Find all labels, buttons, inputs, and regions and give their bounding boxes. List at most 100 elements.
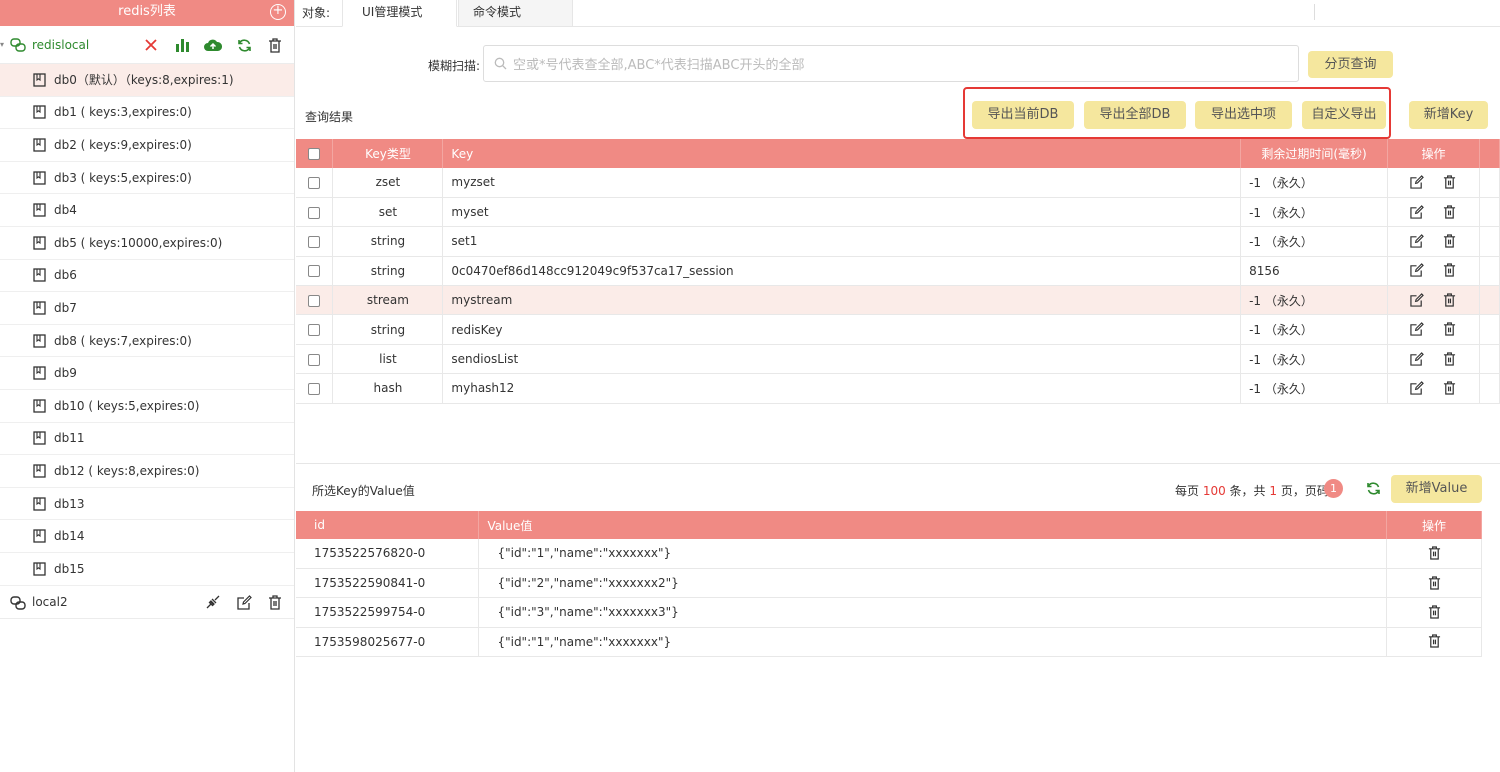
select-all-checkbox[interactable] <box>296 139 334 168</box>
custom-export-button[interactable]: 自定义导出 <box>1302 101 1386 129</box>
edit-icon[interactable] <box>1408 379 1426 397</box>
cloud-upload-icon[interactable] <box>204 36 222 54</box>
key-name-cell[interactable]: sendiosList <box>442 344 1242 375</box>
table-row[interactable]: zset myzset -1 （永久） <box>296 168 1500 198</box>
column-header-ttl[interactable]: 剩余过期时间(毫秒) <box>1240 139 1388 168</box>
connection-label: redislocal <box>32 37 90 52</box>
sidebar-item-db7[interactable]: db7 <box>0 292 294 325</box>
edit-icon[interactable] <box>1408 320 1426 338</box>
table-row[interactable]: string set1 -1 （永久） <box>296 226 1500 257</box>
delete-trash-icon[interactable] <box>1425 574 1443 592</box>
key-type-cell: stream <box>332 285 444 316</box>
sidebar-item-db13[interactable]: db13 <box>0 488 294 521</box>
row-checkbox[interactable] <box>296 314 334 345</box>
page-query-button[interactable]: 分页查询 <box>1308 51 1393 78</box>
table-row[interactable]: 1753598025677-0 {"id":"1","name":"xxxxxxx… <box>296 627 1482 658</box>
db-label: db14 <box>54 529 85 544</box>
disconnect-close-icon[interactable] <box>142 36 160 54</box>
connect-plug-icon[interactable] <box>204 593 222 611</box>
table-row[interactable]: hash myhash12 -1 （永久） <box>296 373 1500 404</box>
delete-trash-icon[interactable] <box>1425 632 1443 650</box>
sidebar-item-db9[interactable]: db9 <box>0 357 294 390</box>
key-name-cell[interactable]: set1 <box>442 226 1242 257</box>
delete-trash-icon[interactable] <box>1440 379 1458 397</box>
add-value-button[interactable]: 新增Value <box>1391 475 1482 503</box>
refresh-icon[interactable] <box>1364 479 1382 497</box>
key-name-cell[interactable]: myhash12 <box>442 373 1242 404</box>
delete-trash-icon[interactable] <box>1440 232 1458 250</box>
table-row[interactable]: stream mystream -1 （永久） <box>296 285 1500 316</box>
sidebar-item-db12[interactable]: db12 ( keys:8,expires:0) <box>0 455 294 488</box>
sidebar-item-db1[interactable]: db1 ( keys:3,expires:0) <box>0 97 294 130</box>
key-name-cell[interactable]: myset <box>442 197 1242 228</box>
search-input[interactable]: 空或*号代表查全部,ABC*代表扫描ABC开头的全部 <box>483 45 1299 82</box>
sidebar-item-db10[interactable]: db10 ( keys:5,expires:0) <box>0 390 294 423</box>
delete-trash-icon[interactable] <box>1425 603 1443 621</box>
edit-icon[interactable] <box>1408 232 1426 250</box>
export-selected-button[interactable]: 导出选中项 <box>1195 101 1292 129</box>
table-row[interactable]: 1753522576820-0 {"id":"1","name":"xxxxxxx… <box>296 539 1482 569</box>
key-name-cell[interactable]: myzset <box>442 168 1242 198</box>
edit-icon[interactable] <box>1408 291 1426 309</box>
delete-trash-icon[interactable] <box>1440 261 1458 279</box>
delete-trash-icon[interactable] <box>266 593 284 611</box>
row-checkbox[interactable] <box>296 344 334 375</box>
sidebar-item-db3[interactable]: db3 ( keys:5,expires:0) <box>0 162 294 195</box>
edit-icon[interactable] <box>1408 203 1426 221</box>
table-row[interactable]: string redisKey -1 （永久） <box>296 314 1500 345</box>
table-row[interactable]: string 0c0470ef86d148cc912049c9f537ca17_s… <box>296 256 1500 287</box>
sidebar-item-db8[interactable]: db8 ( keys:7,expires:0) <box>0 325 294 358</box>
row-checkbox[interactable] <box>296 168 334 198</box>
delete-trash-icon[interactable] <box>1425 544 1443 562</box>
value-content-cell[interactable]: {"id":"1","name":"xxxxxxx"} <box>478 539 1388 569</box>
refresh-icon[interactable] <box>235 36 253 54</box>
sidebar-item-db11[interactable]: db11 <box>0 423 294 456</box>
sidebar-item-db0[interactable]: db0（默认）（keys:8,expires:1) <box>0 64 294 97</box>
delete-trash-icon[interactable] <box>266 36 284 54</box>
row-checkbox[interactable] <box>296 285 334 316</box>
link-icon <box>10 38 26 52</box>
delete-trash-icon[interactable] <box>1440 350 1458 368</box>
value-content-cell[interactable]: {"id":"2","name":"xxxxxxx2"} <box>478 568 1388 599</box>
tab-command-mode[interactable]: 命令模式 <box>458 0 573 27</box>
add-connection-icon[interactable]: + <box>270 4 286 20</box>
table-row[interactable]: 1753522590841-0 {"id":"2","name":"xxxxxxx… <box>296 568 1482 599</box>
connection-redislocal[interactable]: ▾ redislocal <box>0 26 294 64</box>
table-row[interactable]: list sendiosList -1 （永久） <box>296 344 1500 375</box>
bar-chart-icon[interactable] <box>173 36 191 54</box>
add-key-button[interactable]: 新增Key <box>1409 101 1488 129</box>
sidebar-item-db2[interactable]: db2 ( keys:9,expires:0) <box>0 129 294 162</box>
edit-icon[interactable] <box>1408 350 1426 368</box>
table-row[interactable]: set myset -1 （永久） <box>296 197 1500 228</box>
column-header-type[interactable]: Key类型 <box>332 139 444 168</box>
row-checkbox[interactable] <box>296 226 334 257</box>
edit-icon[interactable] <box>1408 261 1426 279</box>
delete-trash-icon[interactable] <box>1440 291 1458 309</box>
sidebar-item-db5[interactable]: db5 ( keys:10000,expires:0) <box>0 227 294 260</box>
table-row[interactable]: 1753522599754-0 {"id":"3","name":"xxxxxxx… <box>296 597 1482 628</box>
value-content-cell[interactable]: {"id":"3","name":"xxxxxxx3"} <box>478 597 1388 628</box>
delete-trash-icon[interactable] <box>1440 203 1458 221</box>
tab-ui-mode[interactable]: UI管理模式 <box>342 0 457 27</box>
column-header-key[interactable]: Key <box>442 139 1242 168</box>
sidebar-item-db6[interactable]: db6 <box>0 260 294 293</box>
key-name-cell[interactable]: redisKey <box>442 314 1242 345</box>
export-current-db-button[interactable]: 导出当前DB <box>972 101 1074 129</box>
sidebar-item-db4[interactable]: db4 <box>0 194 294 227</box>
row-checkbox[interactable] <box>296 197 334 228</box>
expand-caret-icon[interactable]: ▾ <box>0 40 4 49</box>
sidebar-item-db14[interactable]: db14 <box>0 520 294 553</box>
edit-icon[interactable] <box>235 593 253 611</box>
key-name-cell[interactable]: 0c0470ef86d148cc912049c9f537ca17_session <box>442 256 1242 287</box>
row-checkbox[interactable] <box>296 256 334 287</box>
value-content-cell[interactable]: {"id":"1","name":"xxxxxxx"} <box>478 627 1388 658</box>
delete-trash-icon[interactable] <box>1440 320 1458 338</box>
edit-icon[interactable] <box>1408 173 1426 191</box>
export-all-db-button[interactable]: 导出全部DB <box>1084 101 1186 129</box>
row-checkbox[interactable] <box>296 373 334 404</box>
current-page-badge[interactable]: 1 <box>1324 479 1343 498</box>
connection-local2[interactable]: local2 <box>0 586 294 619</box>
key-name-cell[interactable]: mystream <box>442 285 1242 316</box>
sidebar-item-db15[interactable]: db15 <box>0 553 294 586</box>
delete-trash-icon[interactable] <box>1440 173 1458 191</box>
